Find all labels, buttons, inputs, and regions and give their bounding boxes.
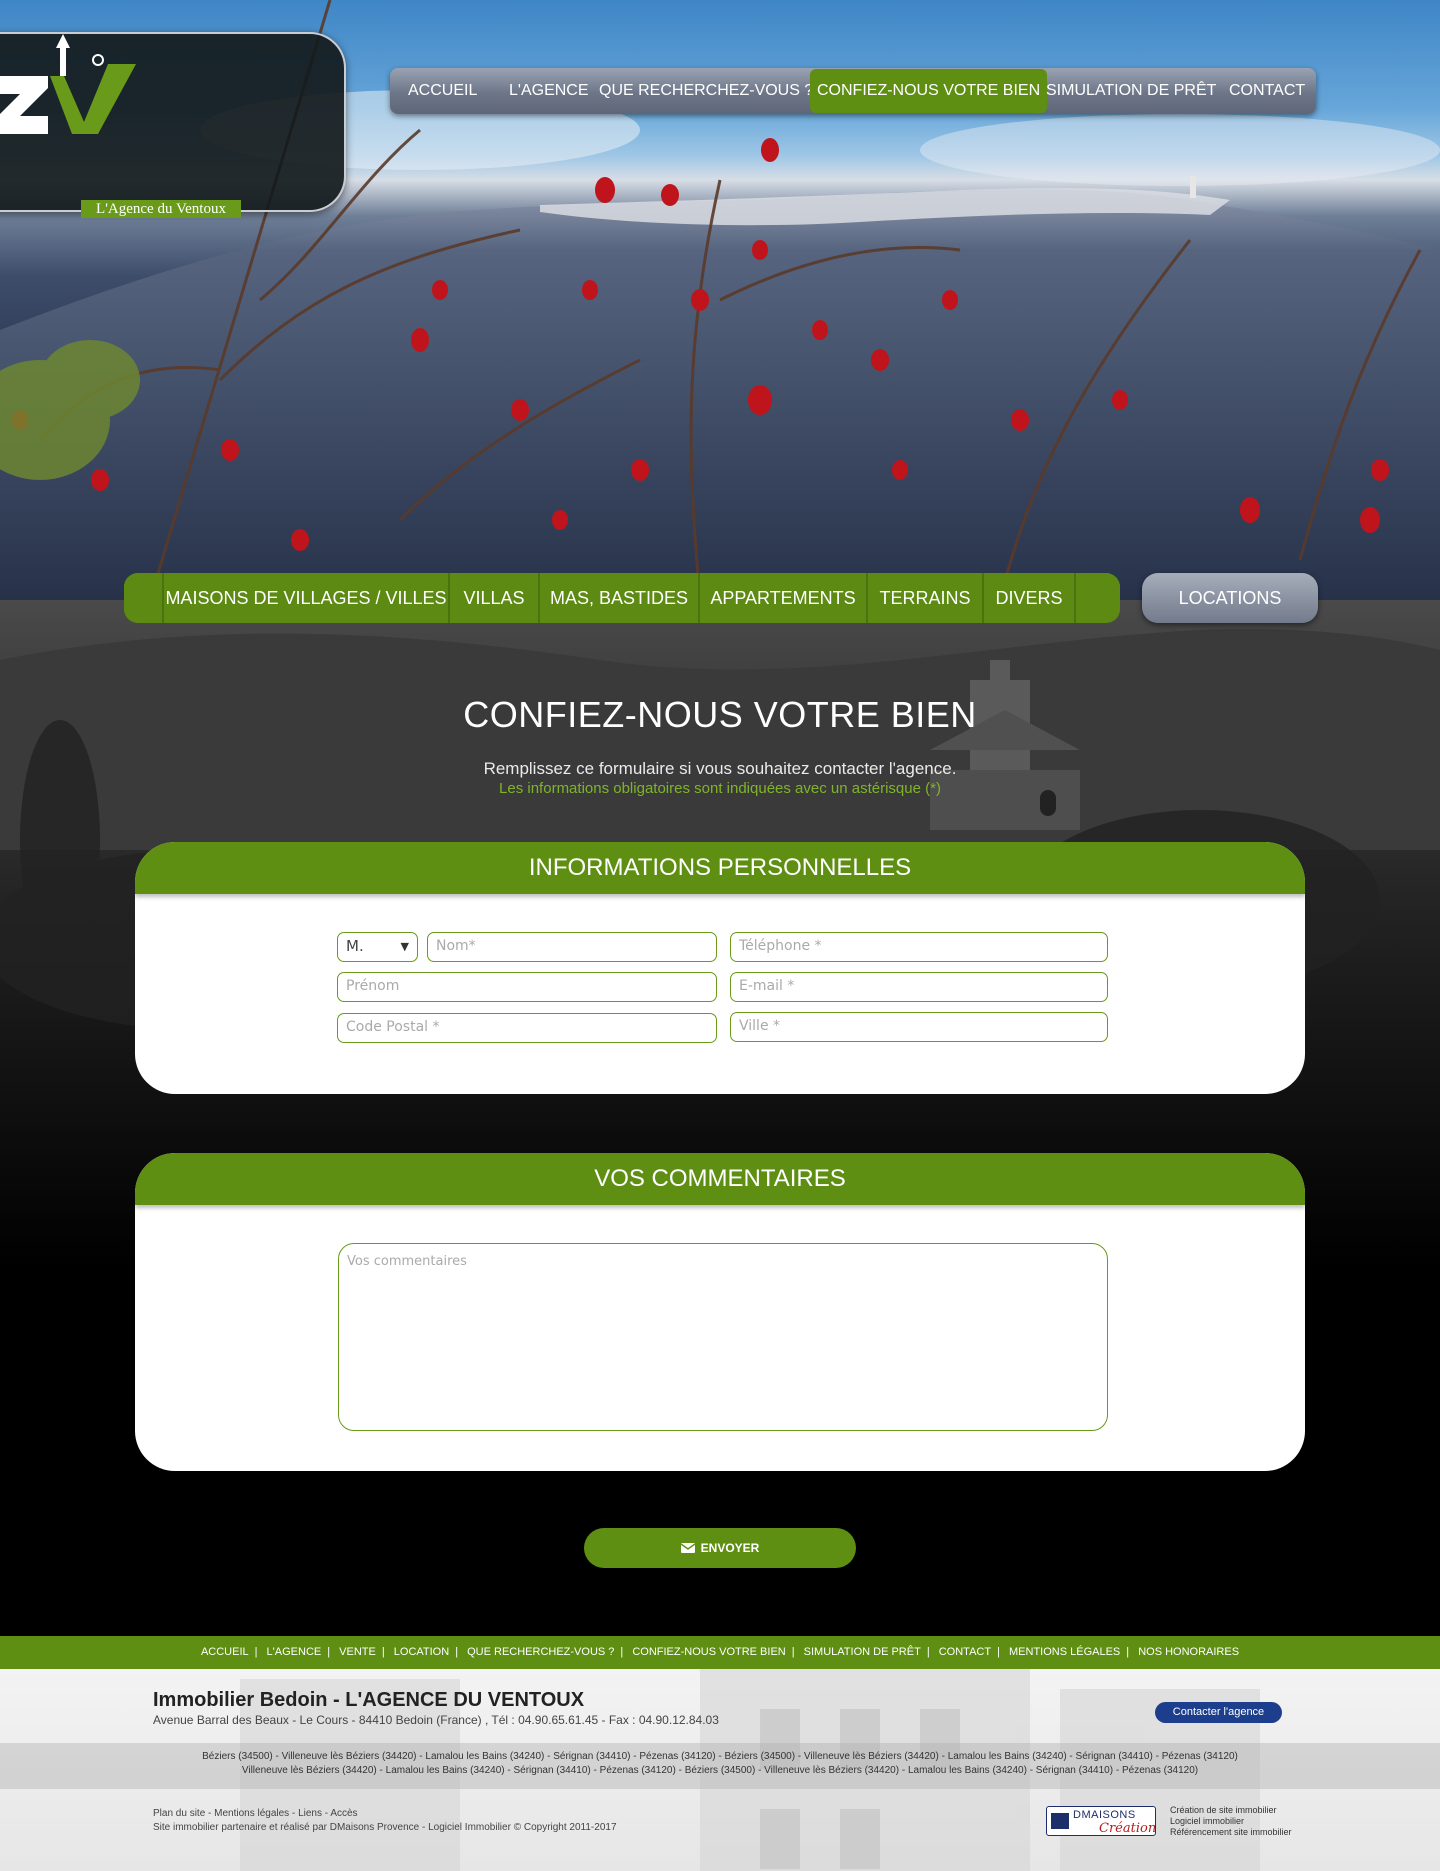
nav-agence[interactable]: L'AGENCE [509,68,589,114]
nav-que-recherchez-vous[interactable]: QUE RECHERCHEZ-VOUS ? [599,68,813,114]
chevron-down-icon: ▼ [400,940,409,953]
nav-accueil[interactable]: ACCUEIL [408,68,477,114]
category-bar: MAISONS DE VILLAGES / VILLES VILLAS MAS,… [124,573,1120,623]
agency-address: Avenue Barral des Beaux - Le Cours - 844… [153,1713,719,1727]
separator: | [455,1646,459,1658]
dmaisons-logo-icon [1051,1813,1069,1829]
separator: | [381,1646,385,1658]
main-navigation: ACCUEIL L'AGENCE QUE RECHERCHEZ-VOUS ? C… [390,68,1316,114]
dmaisons-services: Création de site immobilier Logiciel imm… [1170,1805,1292,1838]
category-villas[interactable]: VILLAS [448,573,538,623]
civility-select[interactable]: M. ▼ [337,932,418,962]
logo-panel[interactable]: L'Agence du Ventoux [0,32,346,218]
send-button[interactable]: ENVOYER [584,1528,856,1568]
footer-link-location[interactable]: LOCATION [394,1646,449,1658]
envelope-icon [680,1542,695,1553]
category-maisons[interactable]: MAISONS DE VILLAGES / VILLES [162,573,448,623]
postal-code-field[interactable]: Code Postal * [337,1013,717,1043]
dmaisons-logo-sub: Création [1099,1821,1157,1836]
separator: | [1126,1646,1130,1658]
email-field[interactable]: E-mail * [730,972,1108,1002]
dmaisons-logo[interactable]: DMAISONS Création [1046,1806,1156,1836]
dmaisons-service[interactable]: Référencement site immobilier [1170,1827,1292,1838]
separator: | [254,1646,258,1658]
nav-simulation-de-pret[interactable]: SIMULATION DE PRÊT [1046,68,1216,114]
separator: | [327,1646,331,1658]
footer-credit: Site immobilier partenaire et réalisé pa… [153,1822,617,1833]
category-terrains[interactable]: TERRAINS [866,573,982,623]
category-bar-edge [124,573,162,623]
phone-field[interactable]: Téléphone * [730,932,1108,962]
dmaisons-service[interactable]: Logiciel immobilier [1170,1816,1292,1827]
nav-contact[interactable]: CONTACT [1229,68,1305,114]
separator: | [620,1646,624,1658]
comments-panel: VOS COMMENTAIRES Vos commentaires [135,1153,1305,1471]
dmaisons-logo-text: DMAISONS [1073,1809,1136,1821]
separator: | [791,1646,795,1658]
category-appartements[interactable]: APPARTEMENTS [698,573,866,623]
cities-line: Villeneuve lès Béziers (34420) - Lamalou… [241,1765,1199,1776]
footer-link-contact[interactable]: CONTACT [939,1646,991,1658]
name-field[interactable]: Nom* [427,932,717,962]
separator: | [997,1646,1000,1658]
comments-heading: VOS COMMENTAIRES [135,1153,1305,1205]
footer-link-honoraires[interactable]: NOS HONORAIRES [1138,1646,1239,1658]
footer-link-agence[interactable]: L'AGENCE [267,1646,322,1658]
cities-list: Béziers (34500) - Villeneuve lès Béziers… [0,1743,1440,1789]
hero-banner: L'Agence du Ventoux ACCUEIL L'AGENCE QUE… [0,0,1440,600]
footer-link-vente[interactable]: VENTE [339,1646,376,1658]
send-label: ENVOYER [700,1541,760,1555]
separator: | [926,1646,930,1658]
category-mas-bastides[interactable]: MAS, BASTIDES [538,573,698,623]
locations-button[interactable]: LOCATIONS [1142,573,1318,623]
footer-site-links[interactable]: Plan du site - Mentions légales - Liens … [153,1807,617,1821]
dmaisons-service[interactable]: Création de site immobilier [1170,1805,1292,1816]
category-divers[interactable]: DIVERS [982,573,1074,623]
footer-link-que-recherchez-vous[interactable]: QUE RECHERCHEZ-VOUS ? [467,1646,614,1658]
agency-logo [0,34,136,134]
personal-info-heading: INFORMATIONS PERSONNELLES [135,842,1305,894]
cities-line: Béziers (34500) - Villeneuve lès Béziers… [202,1751,1238,1762]
footer-navigation: ACCUEIL | L'AGENCE | VENTE | LOCATION | QUE … [0,1636,1440,1669]
firstname-field[interactable]: Prénom [337,972,717,1002]
footer-link-accueil[interactable]: ACCUEIL [201,1646,249,1658]
footer-link-simulation[interactable]: SIMULATION DE PRÊT [804,1646,921,1658]
footer-links: Plan du site - Mentions légales - Liens … [153,1807,617,1835]
nav-confiez-nous-votre-bien[interactable]: CONFIEZ-NOUS VOTRE BIEN [810,69,1048,113]
agency-name: Immobilier Bedoin - L'AGENCE DU VENTOUX [153,1689,585,1711]
personal-info-panel: INFORMATIONS PERSONNELLES M. ▼ Nom* Télé… [135,842,1305,1094]
footer-link-mentions[interactable]: MENTIONS LÉGALES [1009,1646,1120,1658]
civility-value: M. [346,937,364,955]
intro-text: Remplissez ce formulaire si vous souhait… [483,759,957,778]
required-note: Les informations obligatoires sont indiq… [499,780,941,797]
footer-link-confiez-nous[interactable]: CONFIEZ-NOUS VOTRE BIEN [632,1646,785,1658]
page-title: CONFIEZ-NOUS VOTRE BIEN [463,694,977,735]
category-bar-edge [1074,573,1120,623]
agency-tagline: L'Agence du Ventoux [81,200,241,218]
comments-textarea[interactable]: Vos commentaires [338,1243,1108,1431]
city-field[interactable]: Ville * [730,1012,1108,1042]
contact-agency-button[interactable]: Contacter l'agence [1155,1702,1282,1723]
footer: Immobilier Bedoin - L'AGENCE DU VENTOUX … [0,1669,1440,1871]
